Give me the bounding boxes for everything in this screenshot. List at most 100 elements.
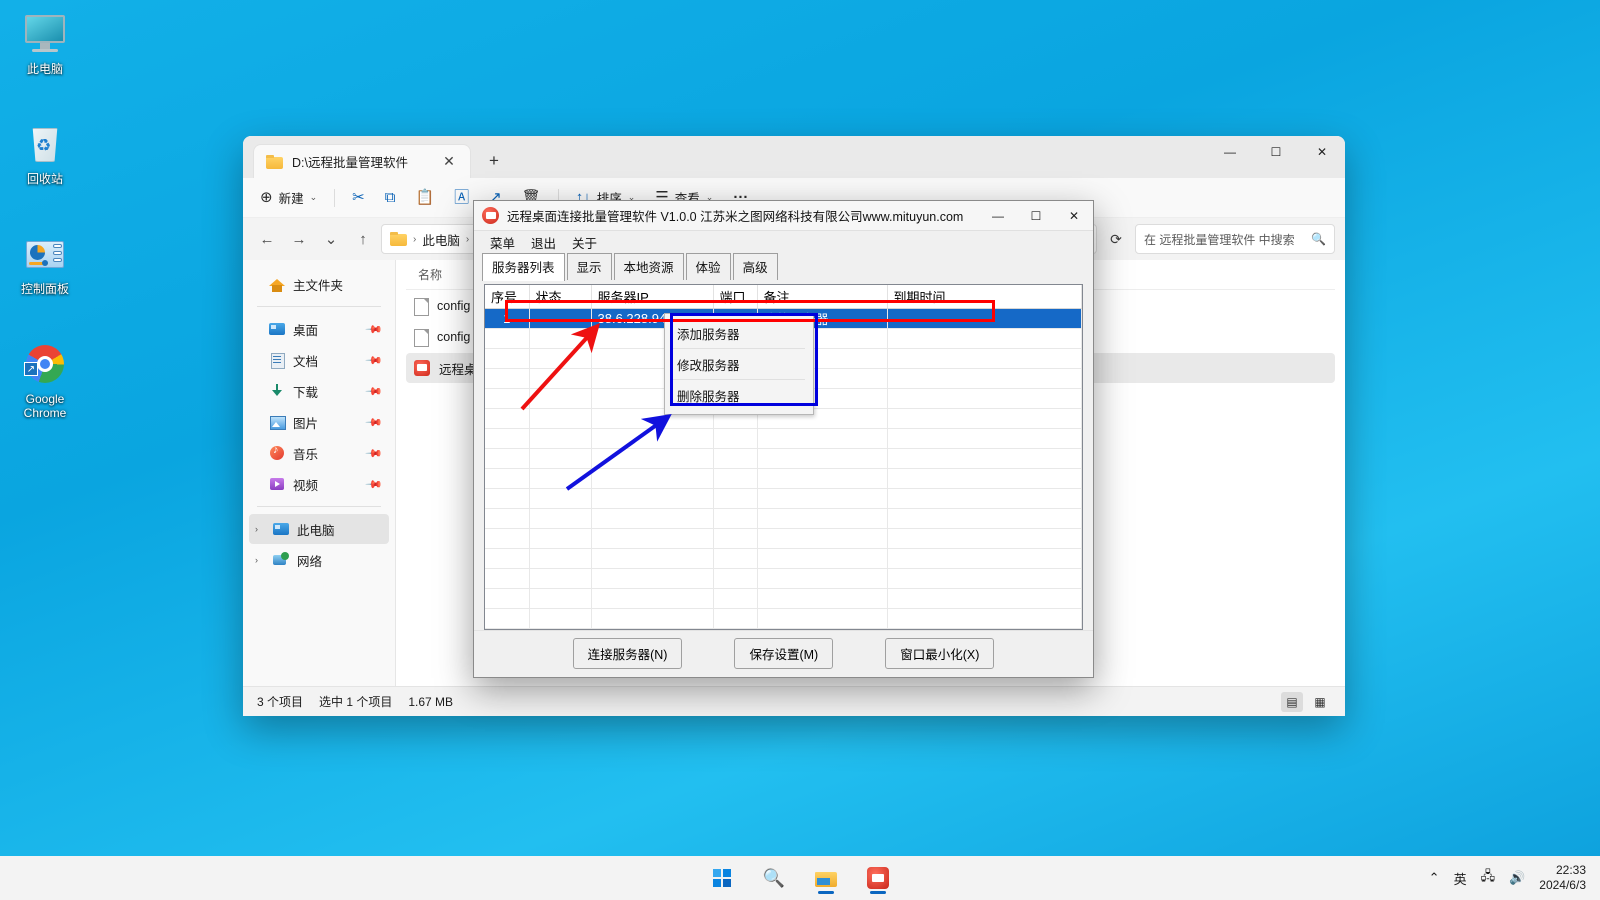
desktop-icon bbox=[269, 321, 285, 337]
maximize-button[interactable]: ☐ bbox=[1017, 201, 1055, 230]
cell-empty bbox=[485, 568, 530, 589]
table-row-empty[interactable] bbox=[485, 568, 1082, 589]
sidebar-item-downloads[interactable]: 下载 📌 bbox=[249, 376, 389, 406]
sidebar-item-documents[interactable]: 文档 📌 bbox=[249, 345, 389, 375]
network-icon[interactable]: 🖧 bbox=[1481, 867, 1496, 889]
close-button[interactable]: ✕ bbox=[1055, 201, 1093, 230]
desktop-icon-this-pc[interactable]: 此电脑 bbox=[0, 8, 90, 80]
sidebar-item-music[interactable]: 音乐 📌 bbox=[249, 438, 389, 468]
forward-button[interactable]: → bbox=[285, 225, 313, 253]
rename-icon: 🄰 bbox=[454, 189, 470, 206]
context-menu-item-edit-server[interactable]: 修改服务器 bbox=[665, 349, 813, 379]
start-button[interactable] bbox=[705, 861, 739, 895]
column-header-server-ip[interactable]: 服务器IP bbox=[591, 284, 714, 309]
cell-empty bbox=[529, 548, 592, 569]
windows-logo-icon bbox=[713, 869, 731, 887]
back-button[interactable]: ← bbox=[253, 225, 281, 253]
table-row-empty[interactable] bbox=[485, 488, 1082, 509]
column-header-index[interactable]: 序号 bbox=[485, 284, 530, 309]
minimize-button[interactable]: — bbox=[1207, 136, 1253, 168]
save-settings-button[interactable]: 保存设置(M) bbox=[734, 638, 834, 670]
desktop-icon-control-panel[interactable]: 控制面板 bbox=[0, 228, 90, 300]
table-row-empty[interactable] bbox=[485, 548, 1082, 569]
ime-indicator[interactable]: 英 bbox=[1454, 869, 1467, 888]
up-button[interactable]: ↑ bbox=[349, 225, 377, 253]
copy-button[interactable]: ⧉ bbox=[376, 183, 405, 213]
connect-server-button[interactable]: 连接服务器(N) bbox=[572, 638, 683, 670]
sidebar-item-network[interactable]: › 网络 bbox=[249, 545, 389, 575]
taskbar-center-group: 🔍 bbox=[705, 861, 895, 895]
table-row-empty[interactable] bbox=[485, 468, 1082, 489]
rdp-app-icon bbox=[867, 867, 889, 889]
table-row-empty[interactable] bbox=[485, 508, 1082, 529]
desktop-icon-google-chrome[interactable]: ↗ Google Chrome bbox=[0, 338, 90, 424]
new-tab-button[interactable]: + bbox=[481, 149, 507, 173]
sidebar-item-videos[interactable]: 视频 📌 bbox=[249, 469, 389, 499]
clock[interactable]: 22:33 2024/6/3 bbox=[1539, 863, 1586, 893]
selection-count: 选中 1 个项目 bbox=[319, 695, 393, 709]
cell-empty bbox=[757, 428, 888, 449]
pin-icon: 📌 bbox=[364, 413, 383, 432]
breadcrumb-item[interactable]: 此电脑 bbox=[422, 230, 460, 249]
cell-empty bbox=[591, 448, 714, 469]
sidebar-item-desktop[interactable]: 桌面 📌 bbox=[249, 314, 389, 344]
paste-button[interactable]: 📋 bbox=[406, 183, 443, 213]
column-header-remark[interactable]: 备注 bbox=[757, 284, 888, 309]
menu-item-about[interactable]: 关于 bbox=[564, 231, 605, 254]
file-explorer-button[interactable] bbox=[809, 861, 843, 895]
cell-empty bbox=[485, 448, 530, 469]
file-name: config bbox=[437, 330, 471, 344]
cell-empty bbox=[757, 588, 888, 609]
volume-icon[interactable]: 🔊 bbox=[1509, 870, 1525, 886]
recent-locations-button[interactable]: ⌄ bbox=[317, 225, 345, 253]
cell-empty bbox=[591, 608, 714, 629]
tab-server-list[interactable]: 服务器列表 bbox=[482, 252, 565, 281]
table-row-empty[interactable] bbox=[485, 608, 1082, 629]
plus-circle-icon: ⊕ bbox=[260, 189, 273, 206]
explorer-window-controls: — ☐ ✕ bbox=[1207, 136, 1345, 168]
cell-index: 1 bbox=[485, 308, 530, 329]
maximize-button[interactable]: ☐ bbox=[1253, 136, 1299, 168]
sidebar-item-pictures[interactable]: 图片 📌 bbox=[249, 407, 389, 437]
cell-empty bbox=[591, 548, 714, 569]
search-input[interactable]: 在 远程批量管理软件 中搜索 🔍 bbox=[1135, 224, 1335, 254]
table-row-empty[interactable] bbox=[485, 448, 1082, 469]
home-icon bbox=[269, 276, 285, 292]
minimize-button[interactable]: — bbox=[979, 201, 1017, 230]
menu-item-exit[interactable]: 退出 bbox=[523, 231, 564, 254]
rdp-manager-button[interactable] bbox=[861, 861, 895, 895]
sidebar-item-home[interactable]: 主文件夹 bbox=[249, 269, 389, 299]
sidebar-item-label: 视频 bbox=[293, 478, 319, 493]
divider bbox=[257, 506, 381, 507]
refresh-button[interactable]: ⟳ bbox=[1101, 224, 1131, 254]
column-header-status[interactable]: 状态 bbox=[529, 284, 592, 309]
cut-button[interactable]: ✂ bbox=[343, 183, 374, 213]
chevron-right-icon[interactable]: › bbox=[255, 555, 265, 565]
menu-item-menu[interactable]: 菜单 bbox=[482, 231, 523, 254]
table-row-empty[interactable] bbox=[485, 588, 1082, 609]
table-row-empty[interactable] bbox=[485, 528, 1082, 549]
cell-empty bbox=[887, 388, 1082, 409]
file-icon bbox=[414, 298, 429, 316]
tab-local-resources[interactable]: 本地资源 bbox=[613, 252, 684, 280]
close-button[interactable]: ✕ bbox=[1299, 136, 1345, 168]
search-button[interactable]: 🔍 bbox=[757, 861, 791, 895]
tab-display[interactable]: 显示 bbox=[566, 252, 612, 280]
chevron-right-icon[interactable]: › bbox=[255, 524, 265, 534]
tab-experience[interactable]: 体验 bbox=[685, 252, 731, 280]
sidebar-item-this-pc[interactable]: › 此电脑 bbox=[249, 514, 389, 544]
tab-advanced[interactable]: 高级 bbox=[732, 252, 778, 280]
context-menu-item-delete-server[interactable]: 删除服务器 bbox=[665, 380, 813, 410]
desktop-icon-recycle-bin[interactable]: ♻ 回收站 bbox=[0, 118, 90, 190]
context-menu-item-add-server[interactable]: 添加服务器 bbox=[665, 318, 813, 348]
table-row-empty[interactable] bbox=[485, 428, 1082, 449]
minimize-window-button[interactable]: 窗口最小化(X) bbox=[885, 638, 995, 670]
tray-overflow-button[interactable]: ⌃ bbox=[1429, 870, 1440, 886]
explorer-tab[interactable]: D:\远程批量管理软件 ✕ bbox=[253, 144, 471, 178]
new-item-button[interactable]: ⊕ 新建 ⌄ bbox=[251, 183, 326, 213]
close-tab-icon[interactable]: ✕ bbox=[436, 150, 462, 174]
column-header-expiry[interactable]: 到期时间 bbox=[887, 284, 1082, 309]
column-header-port[interactable]: 端口 bbox=[713, 284, 758, 309]
large-icons-view-button[interactable]: ▦ bbox=[1309, 692, 1331, 712]
details-view-button[interactable]: ▤ bbox=[1281, 691, 1303, 712]
